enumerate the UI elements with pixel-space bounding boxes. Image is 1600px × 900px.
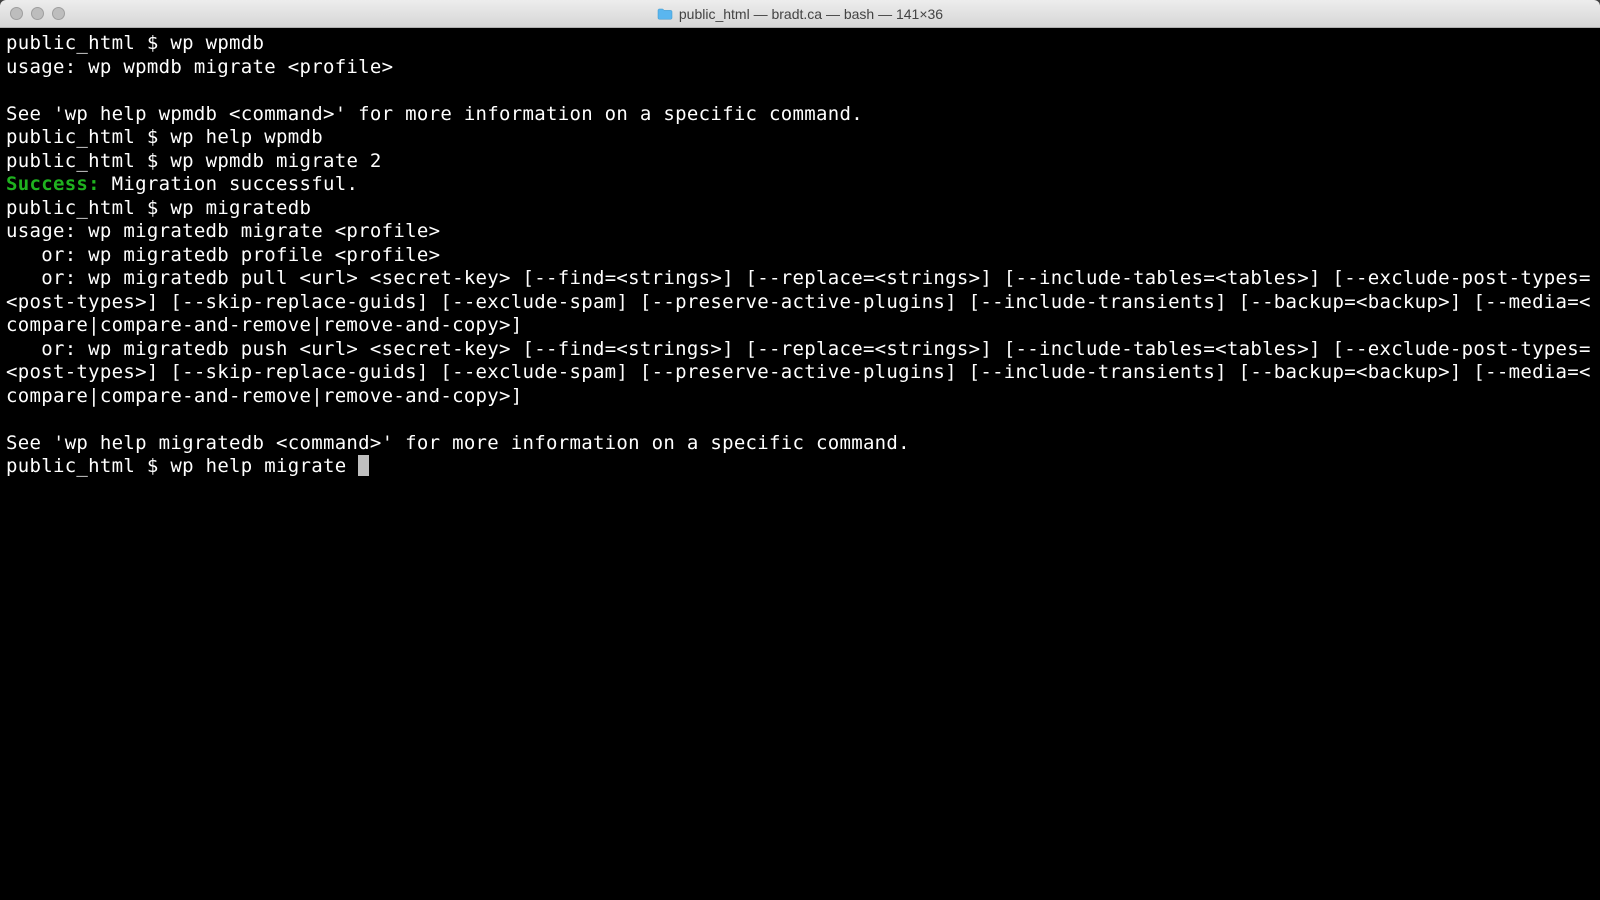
minimize-icon[interactable] xyxy=(31,7,44,20)
terminal-window: public_html — bradt.ca — bash — 141×36 p… xyxy=(0,0,1600,900)
output-line: or: wp migratedb profile <profile> xyxy=(6,244,440,266)
command-input: wp wpmdb migrate 2 xyxy=(170,150,381,172)
output-line: usage: wp migratedb migrate <profile> xyxy=(6,220,440,242)
prompt: public_html $ xyxy=(6,32,170,54)
command-input: wp migratedb xyxy=(170,197,311,219)
command-input: wp help wpmdb xyxy=(170,126,323,148)
success-label: Success: xyxy=(6,173,100,195)
window-title-text: public_html — bradt.ca — bash — 141×36 xyxy=(679,6,943,22)
titlebar[interactable]: public_html — bradt.ca — bash — 141×36 xyxy=(0,0,1600,28)
cursor-block xyxy=(358,455,369,476)
prompt: public_html $ xyxy=(6,126,170,148)
window-title: public_html — bradt.ca — bash — 141×36 xyxy=(0,6,1600,22)
output-line: Migration successful. xyxy=(100,173,358,195)
output-line: See 'wp help wpmdb <command>' for more i… xyxy=(6,103,863,125)
close-icon[interactable] xyxy=(10,7,23,20)
prompt: public_html $ xyxy=(6,455,170,477)
output-line: See 'wp help migratedb <command>' for mo… xyxy=(6,432,910,454)
traffic-lights xyxy=(0,7,65,20)
prompt: public_html $ xyxy=(6,150,170,172)
command-input: wp help migrate xyxy=(170,455,358,477)
terminal-body[interactable]: public_html $ wp wpmdb usage: wp wpmdb m… xyxy=(0,28,1600,900)
prompt: public_html $ xyxy=(6,197,170,219)
output-line: or: wp migratedb push <url> <secret-key>… xyxy=(6,338,1591,407)
output-line: usage: wp wpmdb migrate <profile> xyxy=(6,56,393,78)
folder-icon xyxy=(657,8,673,20)
zoom-icon[interactable] xyxy=(52,7,65,20)
output-line: or: wp migratedb pull <url> <secret-key>… xyxy=(6,267,1591,336)
command-input: wp wpmdb xyxy=(170,32,264,54)
